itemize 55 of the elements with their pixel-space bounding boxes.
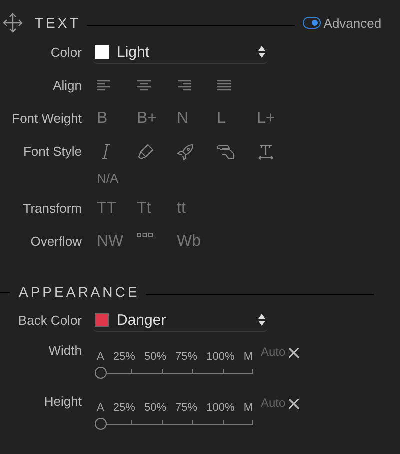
- weight-option[interactable]: B+: [137, 110, 158, 128]
- transform-option[interactable]: Tt: [137, 200, 152, 218]
- close-icon[interactable]: [288, 348, 299, 358]
- align-center-icon[interactable]: [137, 80, 151, 92]
- field-label: Back Color: [17, 313, 82, 328]
- tick-label: 50%: [144, 402, 166, 414]
- marker-icon[interactable]: [137, 143, 155, 161]
- ellipsis-icon[interactable]: [137, 232, 153, 238]
- slider-reading: Auto: [261, 396, 286, 410]
- align-left-icon[interactable]: [97, 80, 111, 92]
- color-select[interactable]: Light: [93, 41, 268, 64]
- weight-option[interactable]: L+: [257, 110, 276, 128]
- weight-option[interactable]: N: [177, 110, 189, 128]
- updown-icon: [258, 46, 266, 58]
- tick-label: 75%: [176, 351, 198, 363]
- move-icon[interactable]: [3, 13, 23, 33]
- tick-label: A: [97, 351, 104, 363]
- slider-reading: Auto: [261, 345, 286, 359]
- transform-option[interactable]: TT: [97, 200, 117, 218]
- transform-option[interactable]: tt: [177, 200, 186, 218]
- tick-label: 100%: [206, 351, 235, 363]
- field-label: Align: [52, 78, 82, 93]
- advanced-toggle[interactable]: [302, 17, 321, 29]
- field-label: Font Style: [22, 144, 82, 159]
- text-size-icon[interactable]: [257, 143, 275, 161]
- tick-label: 75%: [176, 402, 198, 414]
- align-right-icon[interactable]: [177, 80, 191, 92]
- tick-label: A: [97, 402, 104, 414]
- rocket-icon[interactable]: [177, 143, 195, 161]
- close-icon[interactable]: [288, 399, 299, 409]
- weight-option[interactable]: L: [217, 110, 226, 128]
- advanced-label: Advanced: [324, 16, 382, 30]
- weight-option[interactable]: B: [97, 110, 108, 128]
- overflow-option[interactable]: NW: [97, 232, 124, 250]
- tick-label: M: [244, 351, 253, 363]
- field-label: Height: [43, 394, 82, 409]
- align-justify-icon[interactable]: [217, 80, 231, 92]
- back-color-select[interactable]: Danger: [93, 309, 268, 332]
- section-title: APPEARANCE: [19, 284, 140, 300]
- field-label: Font Weight: [11, 111, 82, 126]
- tick-label: 50%: [144, 351, 166, 363]
- field-label: Color: [50, 45, 82, 60]
- slider-thumb[interactable]: [95, 418, 107, 430]
- field-label: Overflow: [30, 234, 82, 249]
- tick-label: 25%: [113, 402, 136, 414]
- slider-thumb[interactable]: [95, 367, 107, 379]
- tick-label: 100%: [206, 402, 235, 414]
- style-option[interactable]: N/A: [97, 171, 119, 186]
- tick-label: M: [244, 402, 253, 414]
- overflow-option[interactable]: Wb: [177, 232, 201, 250]
- updown-icon: [258, 314, 266, 326]
- tick-label: 25%: [113, 351, 136, 363]
- field-label: Transform: [22, 201, 82, 216]
- section-title: TEXT: [35, 15, 81, 31]
- field-label: Width: [48, 343, 82, 358]
